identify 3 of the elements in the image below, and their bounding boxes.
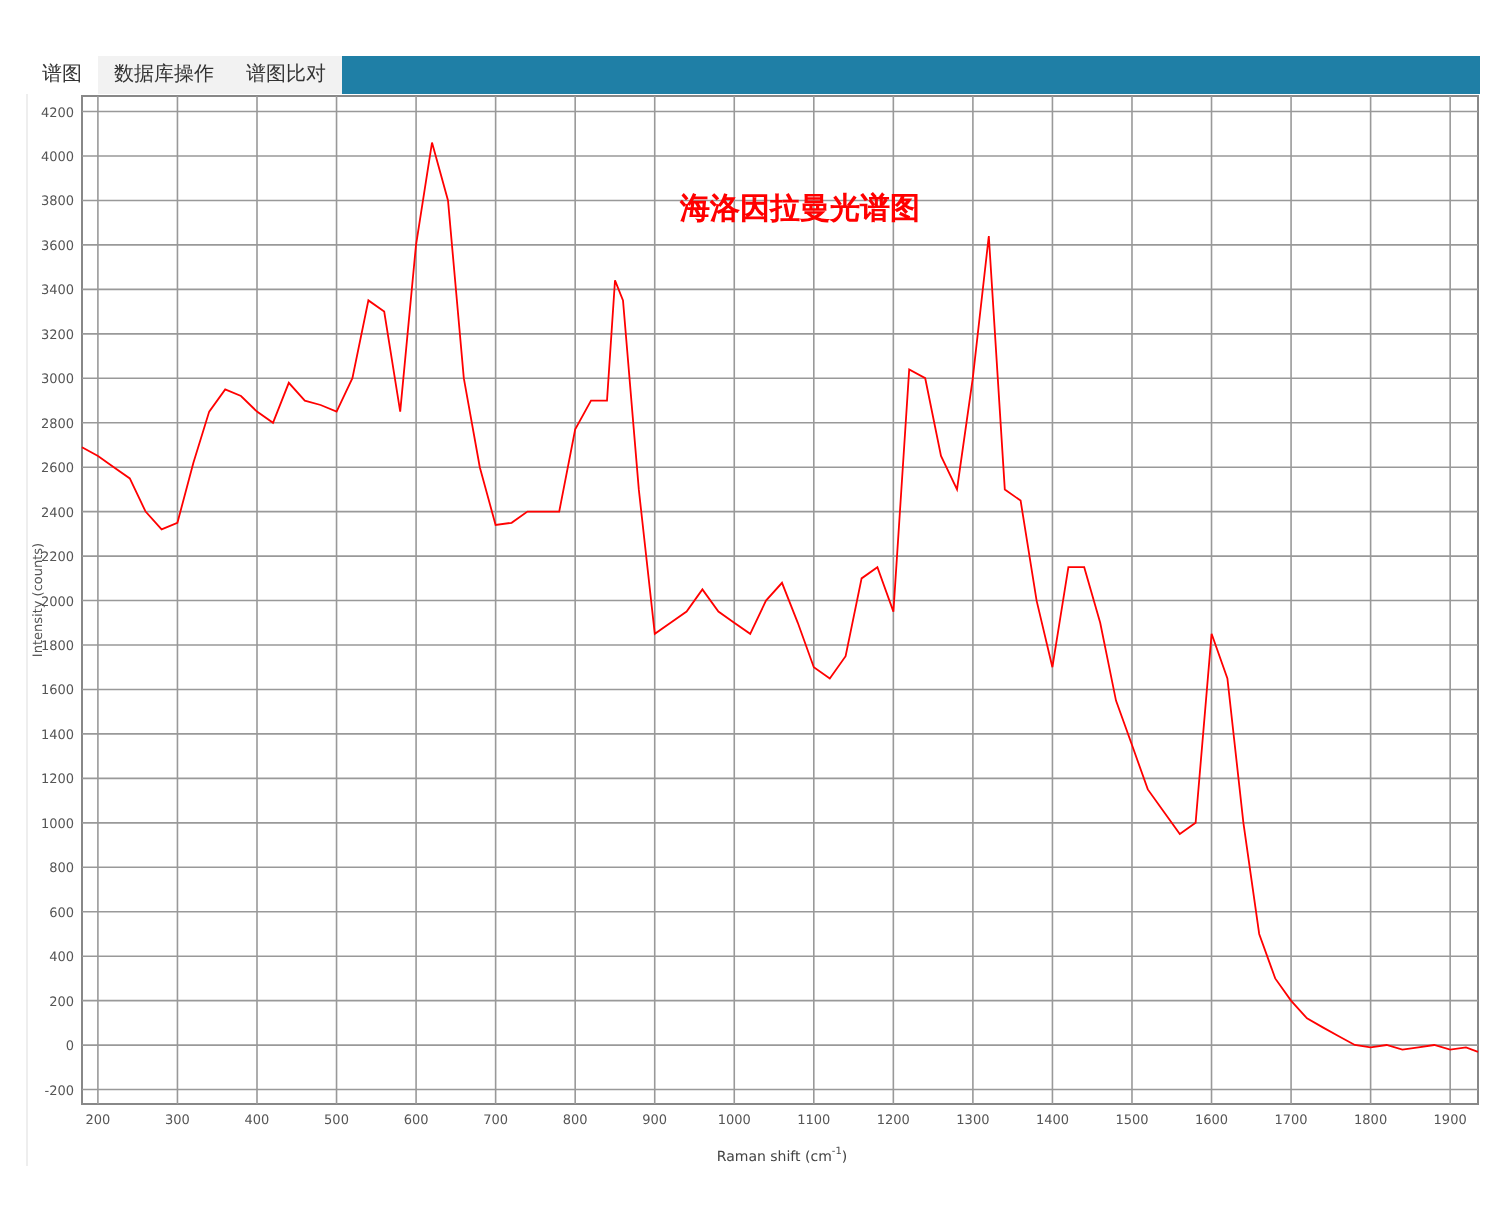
tab[interactable]: 谱图比对: [230, 56, 342, 94]
tab[interactable]: 数据库操作: [98, 56, 230, 94]
chart-title: 海洛因拉曼光谱图: [680, 190, 920, 228]
